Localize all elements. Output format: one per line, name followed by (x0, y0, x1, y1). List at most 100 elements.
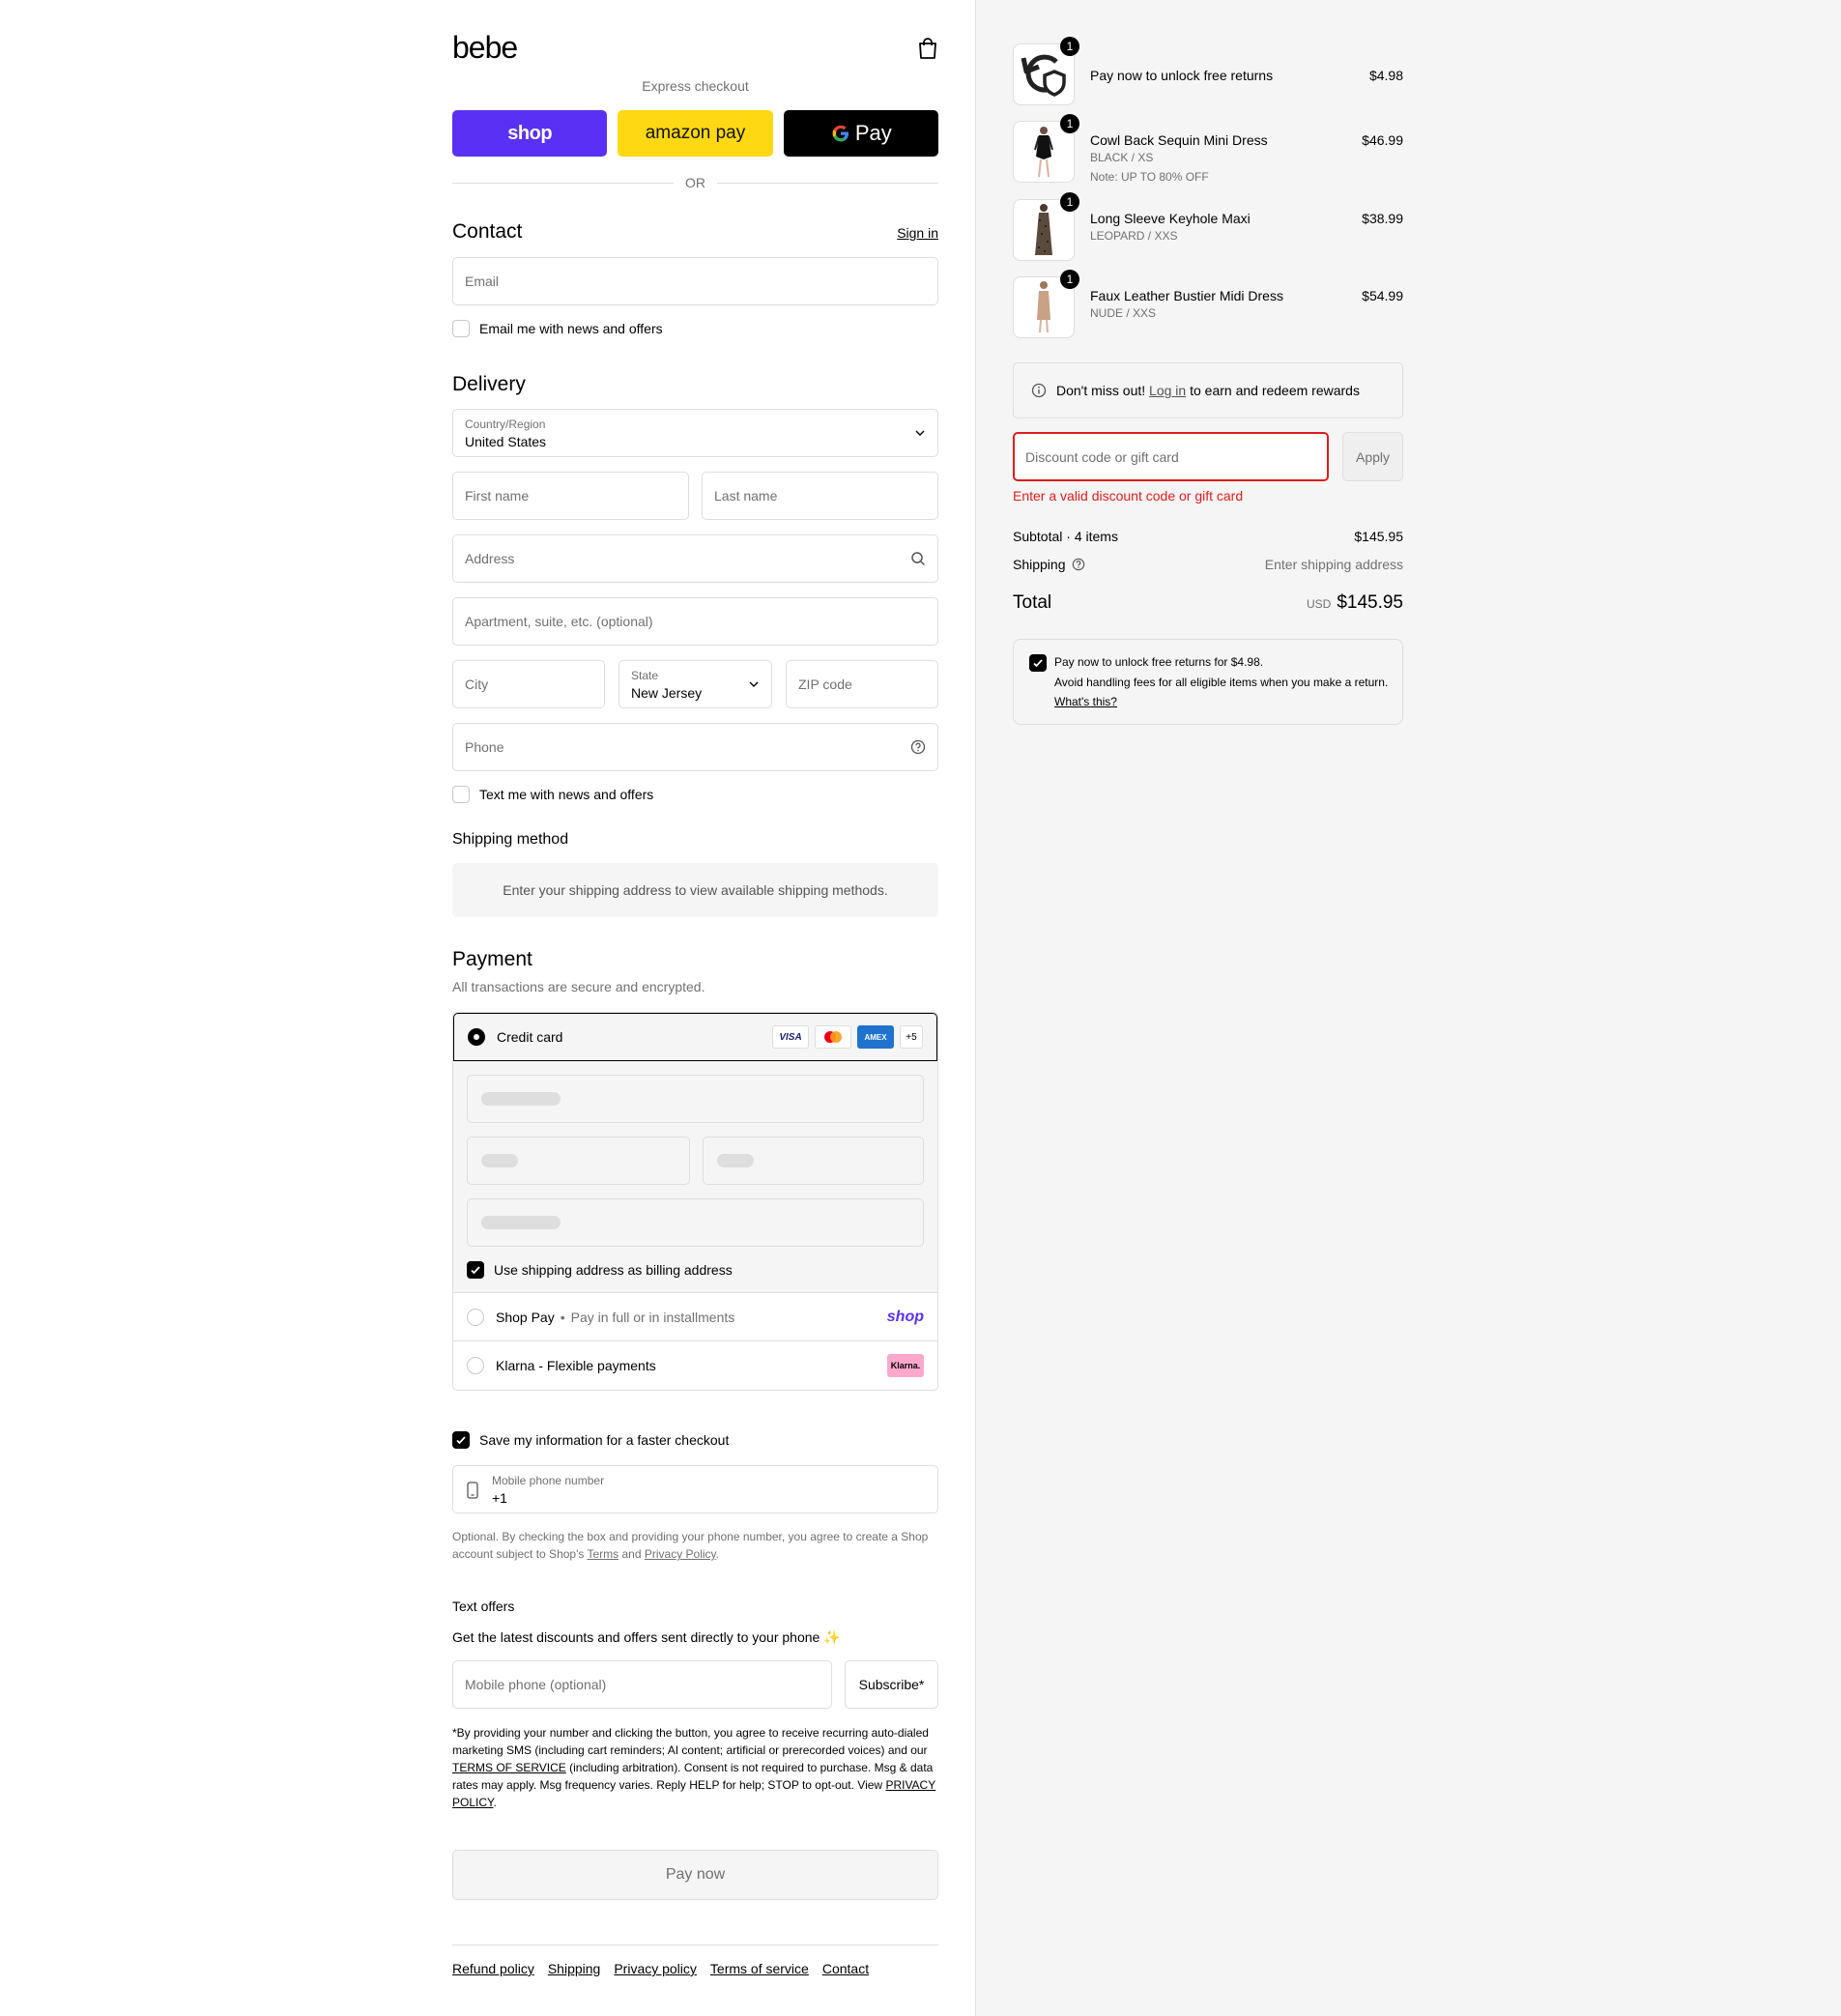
total-value: $145.95 (1337, 592, 1403, 613)
shop-privacy-link[interactable]: Privacy Policy (645, 1547, 716, 1561)
billing-same-checkbox[interactable] (467, 1261, 484, 1279)
cart-item: 1 Faux Leather Bustier Midi Dress NUDE /… (1013, 270, 1403, 338)
contact-link[interactable]: Contact (822, 1961, 869, 1976)
text-offers-description: Get the latest discounts and offers sent… (452, 1629, 841, 1645)
apartment-placeholder: Apartment, suite, etc. (optional) (465, 614, 653, 629)
address-field[interactable]: Address (452, 534, 938, 583)
discount-code-field[interactable]: Discount code or gift card (1013, 432, 1329, 481)
save-info-label: Save my information for a faster checkou… (479, 1432, 730, 1448)
shop-legal-and: and (618, 1547, 645, 1561)
item-price: $46.99 (1362, 132, 1403, 148)
item-variant: LEOPARD / XXS (1090, 229, 1178, 243)
cowl-back-dress-thumbnail: 1 (1013, 114, 1079, 183)
last-name-field[interactable]: Last name (702, 472, 938, 520)
save-info-checkbox[interactable] (452, 1431, 470, 1449)
shop-mobile-field[interactable]: Mobile phone number +1 (452, 1465, 938, 1513)
more-cards-badge: +5 (900, 1025, 923, 1049)
email-news-label: Email me with news and offers (479, 321, 663, 336)
shop-pay-button[interactable]: shop (452, 110, 608, 157)
item-name: Pay now to unlock free returns (1090, 68, 1274, 83)
item-price: $4.98 (1368, 68, 1403, 83)
name-on-card-field-loading[interactable] (467, 1198, 924, 1247)
email-news-checkbox-row[interactable]: Email me with news and offers (452, 320, 663, 337)
dress-image (1035, 204, 1052, 255)
security-code-field-loading[interactable] (703, 1137, 924, 1185)
text-offers-phone-placeholder: Mobile phone (optional) (465, 1677, 607, 1692)
text-news-checkbox[interactable] (452, 786, 470, 803)
phone-field[interactable]: Phone (452, 723, 938, 771)
help-circle-icon[interactable] (910, 739, 926, 755)
payment-option-credit-card[interactable]: Credit card VISA AMEX +5 (453, 1013, 937, 1061)
shipping-policy-link[interactable]: Shipping (548, 1961, 601, 1976)
free-returns-description: Avoid handling fees for all eligible ite… (1054, 676, 1389, 689)
item-name: Faux Leather Bustier Midi Dress (1090, 288, 1283, 303)
info-icon (1031, 383, 1047, 398)
card-number-field-loading[interactable] (467, 1075, 924, 1123)
subscribe-button[interactable]: Subscribe* (845, 1660, 938, 1709)
shopping-bag-icon[interactable] (917, 37, 938, 60)
pay-now-button[interactable]: Pay now (452, 1850, 938, 1900)
apartment-field[interactable]: Apartment, suite, etc. (optional) (452, 597, 938, 646)
terms-of-service-link[interactable]: Terms of service (710, 1961, 809, 1976)
shop-pay-description: Pay in full or in installments (570, 1309, 735, 1325)
first-name-field[interactable]: First name (452, 472, 689, 520)
item-note: Note: UP TO 80% OFF (1090, 170, 1209, 184)
contact-title: Contact (452, 220, 523, 243)
phone-placeholder: Phone (465, 739, 504, 755)
checkmark-icon (471, 1266, 480, 1275)
country-select[interactable]: Country/Region United States (452, 409, 938, 457)
whats-this-link[interactable]: What's this? (1054, 695, 1117, 708)
shipping-method-info-text: Enter your shipping address to view avai… (503, 882, 888, 898)
google-g-icon (832, 125, 849, 142)
privacy-policy-link[interactable]: Privacy policy (614, 1961, 697, 1976)
city-placeholder: City (465, 677, 489, 692)
klarna-radio[interactable] (467, 1357, 484, 1374)
svg-text:bebe: bebe (452, 33, 517, 62)
klarna-label: Klarna - Flexible payments (496, 1358, 656, 1373)
text-news-checkbox-row[interactable]: Text me with news and offers (452, 786, 653, 803)
header: bebe (452, 0, 938, 68)
text-offers-phone-field[interactable]: Mobile phone (optional) (452, 1660, 832, 1709)
amex-label: AMEX (864, 1032, 887, 1042)
quantity-badge: 1 (1060, 270, 1079, 289)
city-field[interactable]: City (452, 660, 605, 708)
apply-discount-button[interactable]: Apply (1342, 432, 1403, 481)
bustier-midi-thumbnail: 1 (1013, 270, 1079, 338)
amazon-pay-logo: amazon pay (645, 123, 746, 143)
sign-in-link[interactable]: Sign in (897, 225, 938, 241)
rewards-text-part: Don't miss out! (1056, 383, 1150, 398)
email-field[interactable]: Email (452, 257, 938, 305)
free-returns-title: Pay now to unlock free returns for $4.98… (1054, 655, 1264, 669)
state-select[interactable]: State New Jersey (618, 660, 772, 708)
divider-line (452, 182, 674, 184)
save-info-checkbox-row[interactable]: Save my information for a faster checkou… (452, 1431, 729, 1449)
express-checkout-buttons: shop amazon pay Pay (452, 110, 938, 157)
state-value: New Jersey (631, 685, 703, 701)
item-price: $54.99 (1362, 288, 1403, 303)
rewards-login-link[interactable]: Log in (1149, 383, 1186, 398)
payment-option-shop-pay[interactable]: Shop Pay • Pay in full or in installment… (453, 1293, 937, 1341)
first-name-placeholder: First name (465, 488, 530, 504)
refund-policy-link[interactable]: Refund policy (452, 1961, 534, 1976)
shop-pay-radio[interactable] (467, 1308, 484, 1326)
free-returns-checkbox[interactable] (1029, 654, 1047, 672)
credit-card-radio[interactable] (468, 1028, 485, 1046)
billing-same-checkbox-row[interactable]: Use shipping address as billing address (467, 1261, 733, 1279)
payment-methods: Credit card VISA AMEX +5 Use shipping ad… (452, 1012, 938, 1391)
or-label: OR (685, 175, 705, 190)
expiry-field-loading[interactable] (467, 1137, 690, 1185)
shop-legal-period: . (715, 1547, 720, 1561)
free-returns-box: Pay now to unlock free returns for $4.98… (1013, 639, 1403, 725)
email-news-checkbox[interactable] (452, 320, 470, 337)
google-pay-button[interactable]: Pay (783, 110, 938, 157)
payment-option-klarna[interactable]: Klarna - Flexible payments Klarna. (453, 1341, 937, 1390)
dress-image (1034, 127, 1053, 178)
shop-terms-link[interactable]: Terms (588, 1547, 619, 1561)
help-circle-icon[interactable] (1072, 558, 1085, 571)
sms-tos-link[interactable]: TERMS OF SERVICE (452, 1761, 566, 1774)
shipping-row: Shipping Enter shipping address (1013, 557, 1403, 572)
more-cards-label: +5 (906, 1031, 917, 1043)
amazon-pay-button[interactable]: amazon pay (618, 110, 773, 157)
zip-field[interactable]: ZIP code (786, 660, 938, 708)
bebe-logo[interactable]: bebe (452, 33, 568, 62)
